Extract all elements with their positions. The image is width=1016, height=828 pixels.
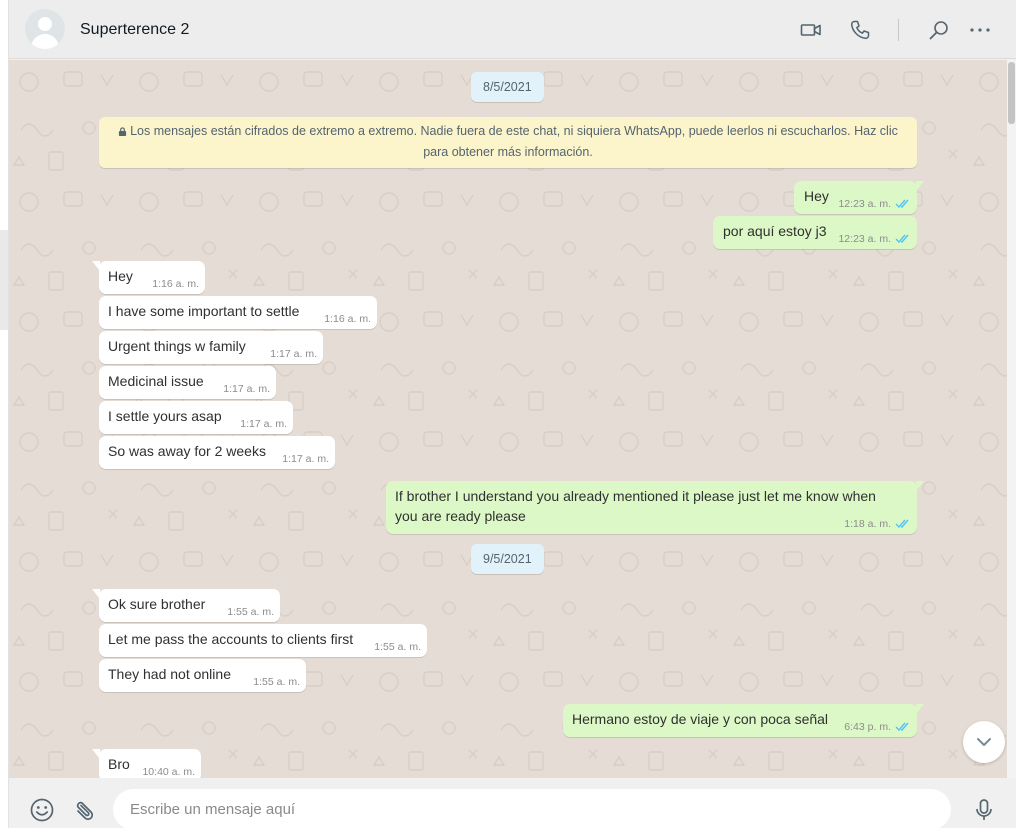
message-time: 1:17 a. m.	[282, 453, 329, 465]
message-time: 1:55 a. m.	[374, 641, 421, 653]
lock-icon	[119, 127, 127, 136]
message-time: 1:17 a. m.	[223, 383, 270, 395]
message-incoming[interactable]: They had not online 1:55 a. m.	[99, 659, 306, 692]
message-incoming[interactable]: I settle yours asap 1:17 a. m.	[99, 401, 293, 434]
message-time: 1:16 a. m.	[324, 313, 371, 325]
message-incoming[interactable]: I have some important to settle 1:16 a. …	[99, 296, 377, 329]
message-incoming[interactable]: So was away for 2 weeks 1:17 a. m.	[99, 436, 335, 469]
avatar[interactable]	[25, 9, 65, 49]
avatar-body	[31, 34, 59, 49]
message-text: Urgent things w family	[108, 338, 246, 354]
bubble-tail	[92, 589, 100, 599]
voice-call-icon[interactable]	[848, 18, 872, 42]
scrollbar-thumb[interactable]	[1008, 62, 1015, 124]
avatar-head	[38, 17, 52, 31]
date-divider: 8/5/2021	[471, 72, 544, 102]
message-text: Hey	[804, 188, 829, 204]
message-text: They had not online	[108, 666, 231, 682]
message-incoming[interactable]: Hey 1:16 a. m.	[92, 261, 205, 294]
message-incoming[interactable]: Urgent things w family 1:17 a. m.	[99, 331, 323, 364]
read-ticks-icon	[895, 519, 909, 529]
message-input[interactable]	[113, 789, 951, 828]
video-call-icon[interactable]	[799, 18, 823, 42]
message-time: 1:16 a. m.	[152, 278, 199, 290]
message-list[interactable]: 8/5/2021 Los mensajes están cifrados de …	[9, 60, 1007, 778]
encryption-notice[interactable]: Los mensajes están cifrados de extremo a…	[99, 117, 917, 168]
message-text: So was away for 2 weeks	[108, 443, 266, 459]
message-time: 12:23 a. m.	[838, 233, 891, 245]
message-incoming[interactable]: Bro 10:40 a. m.	[92, 749, 201, 778]
read-ticks-icon	[895, 199, 909, 209]
message-text: If brother I understand you already ment…	[395, 488, 876, 524]
message-time: 10:40 a. m.	[142, 766, 195, 778]
contact-name[interactable]: Superterence 2	[80, 21, 189, 39]
header-divider	[898, 19, 899, 41]
message-text: Hermano estoy de viaje y con poca señal	[572, 711, 829, 727]
chat-list-pane-edge	[0, 0, 9, 828]
scrollbar[interactable]	[1007, 60, 1016, 778]
read-ticks-icon	[895, 234, 909, 244]
message-text: Let me pass the accounts to clients firs…	[108, 631, 354, 647]
message-incoming[interactable]: Medicinal issue 1:17 a. m.	[99, 366, 276, 399]
selected-chat-highlight	[0, 230, 8, 330]
menu-icon[interactable]	[968, 18, 992, 42]
message-text: Hey	[108, 268, 133, 284]
message-time: 1:55 a. m.	[253, 676, 300, 688]
message-text: I settle yours asap	[108, 408, 222, 424]
message-incoming[interactable]: Ok sure brother 1:55 a. m.	[92, 589, 280, 622]
message-time: 12:23 a. m.	[838, 198, 891, 210]
message-outgoing[interactable]: Hermano estoy de viaje y con poca señal …	[563, 704, 924, 737]
encryption-notice-text: Los mensajes están cifrados de extremo a…	[130, 124, 898, 159]
message-time: 1:18 a. m.	[844, 518, 891, 530]
message-text: Medicinal issue	[108, 373, 204, 389]
composer	[9, 778, 1016, 828]
attach-icon[interactable]	[70, 797, 96, 823]
message-text: por aquí estoy j3	[723, 223, 827, 239]
message-time: 6:43 p. m.	[844, 721, 891, 733]
chat-header: Superterence 2	[9, 0, 1016, 59]
bubble-tail	[916, 704, 924, 714]
message-text: Ok sure brother	[108, 596, 206, 612]
scroll-to-bottom-button[interactable]	[963, 721, 1005, 763]
emoji-icon[interactable]	[29, 797, 55, 823]
bubble-tail	[92, 261, 100, 271]
message-outgoing[interactable]: por aquí estoy j3 12:23 a. m.	[713, 216, 917, 249]
message-outgoing[interactable]: Hey 12:23 a. m.	[794, 181, 924, 214]
search-icon[interactable]	[927, 18, 951, 42]
date-divider: 9/5/2021	[471, 544, 544, 574]
message-incoming[interactable]: Let me pass the accounts to clients firs…	[99, 624, 427, 657]
bubble-tail	[916, 481, 924, 491]
message-outgoing[interactable]: If brother I understand you already ment…	[386, 481, 924, 534]
bubble-tail	[92, 749, 100, 759]
message-text: Bro	[108, 756, 130, 772]
microphone-icon[interactable]	[971, 797, 997, 823]
message-time: 1:17 a. m.	[240, 418, 287, 430]
message-time: 1:17 a. m.	[270, 348, 317, 360]
chevron-down-icon	[977, 738, 991, 746]
bubble-tail	[916, 181, 924, 191]
read-ticks-icon	[895, 722, 909, 732]
message-time: 1:55 a. m.	[227, 606, 274, 618]
message-text: I have some important to settle	[108, 303, 300, 319]
